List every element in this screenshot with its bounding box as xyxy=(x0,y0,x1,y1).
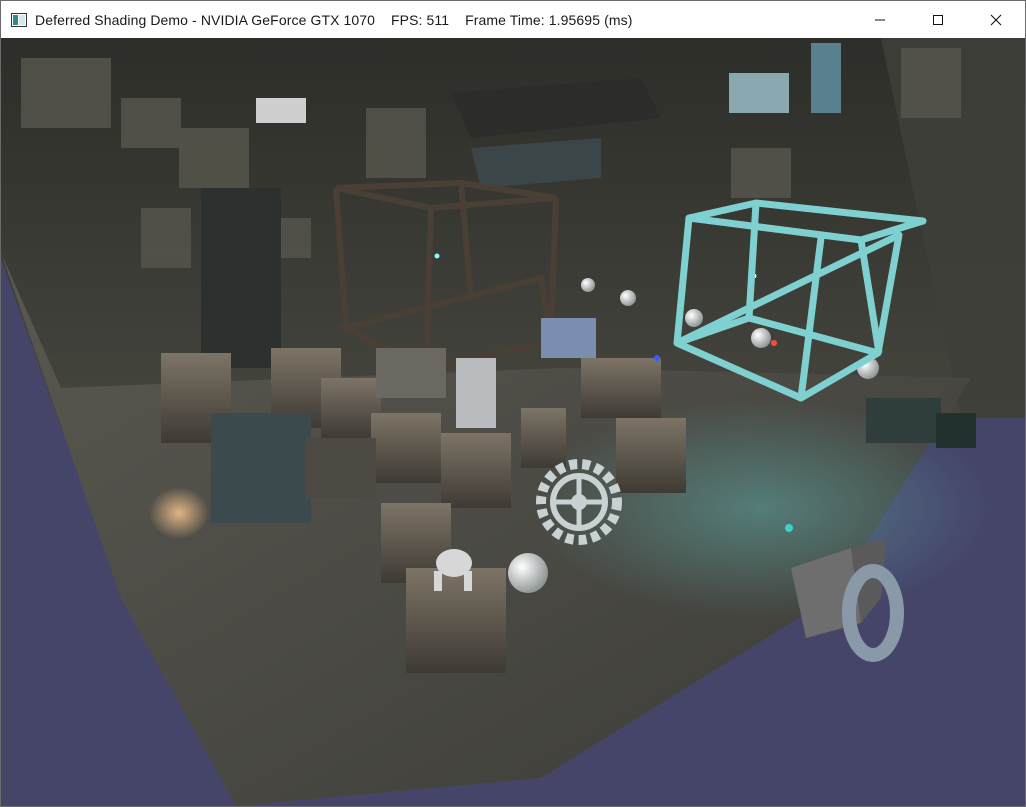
title-bar[interactable]: Deferred Shading Demo - NVIDIA GeForce G… xyxy=(1,1,1025,38)
dark-tower xyxy=(201,188,281,368)
window-title: Deferred Shading Demo - NVIDIA GeForce G… xyxy=(35,11,633,28)
maximize-button[interactable] xyxy=(909,1,967,38)
close-button[interactable] xyxy=(967,1,1025,38)
close-icon xyxy=(990,14,1002,25)
minimize-button[interactable] xyxy=(851,1,909,38)
sphere-4 xyxy=(581,278,595,292)
minimize-icon xyxy=(875,19,885,20)
white-sign xyxy=(256,98,306,123)
light-red xyxy=(771,340,777,346)
sphere-3 xyxy=(751,328,771,348)
light-blue xyxy=(654,355,660,361)
grate-block xyxy=(729,73,789,113)
blue-panels xyxy=(811,43,841,113)
app-window: Deferred Shading Demo - NVIDIA GeForce G… xyxy=(0,0,1026,807)
light-cyan xyxy=(434,253,440,259)
maximize-icon xyxy=(933,14,943,25)
scene-render xyxy=(1,38,1025,806)
sphere-large xyxy=(508,553,548,593)
window-controls xyxy=(851,1,1025,38)
render-viewport[interactable] xyxy=(1,38,1025,806)
light-teal xyxy=(785,524,793,532)
sphere-2 xyxy=(685,309,703,327)
floor-warm-light xyxy=(149,487,209,539)
app-window-icon xyxy=(11,12,27,28)
sphere-1 xyxy=(620,290,636,306)
